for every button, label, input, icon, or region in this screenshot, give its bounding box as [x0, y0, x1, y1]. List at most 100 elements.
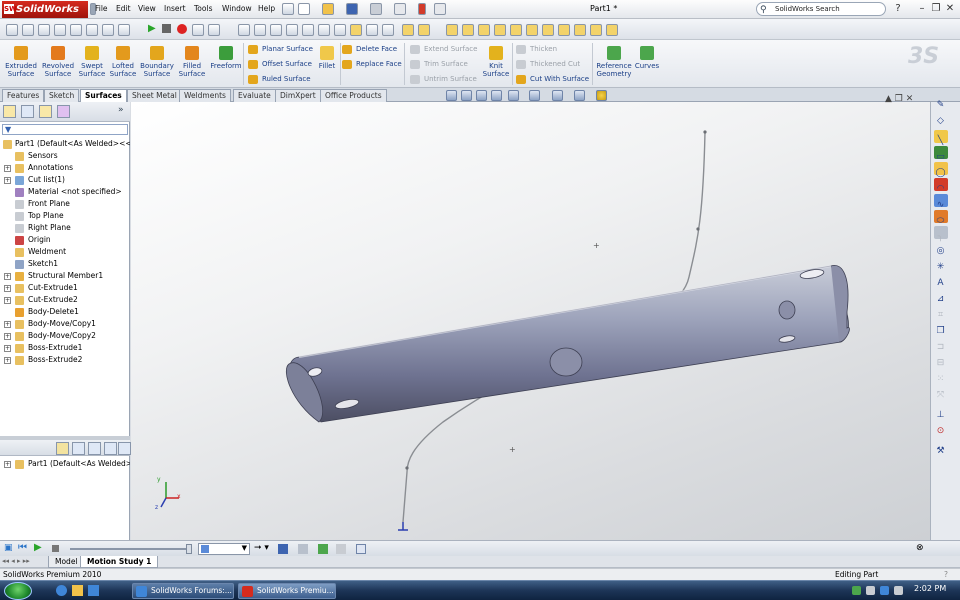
- options-icon-2[interactable]: [118, 442, 131, 455]
- toolbar-icon-27[interactable]: [542, 24, 554, 36]
- toolbar-icon-28[interactable]: [558, 24, 570, 36]
- view-orientation-icon[interactable]: [508, 90, 519, 101]
- lofted-surface-button[interactable]: Lofted Surface: [105, 42, 141, 86]
- tree-item[interactable]: + Body-Move/Copy1: [0, 318, 130, 330]
- tree-root[interactable]: Part1 (Default<As Welded><<D: [0, 138, 130, 150]
- mirror-icon[interactable]: ⊟: [935, 358, 946, 369]
- tree-item[interactable]: + Cut list(1): [0, 174, 130, 186]
- print-icon[interactable]: [370, 3, 382, 15]
- filled-surface-button[interactable]: Filled Surface: [174, 42, 210, 86]
- tree-item[interactable]: + Structural Member1: [0, 270, 130, 282]
- circle-icon[interactable]: ◯: [935, 168, 946, 179]
- delete-face-button[interactable]: Delete Face: [342, 43, 397, 56]
- tab-sketch[interactable]: Sketch: [44, 89, 80, 102]
- toolbar-icon-23[interactable]: [478, 24, 490, 36]
- arc-icon[interactable]: ◠: [935, 184, 946, 195]
- tree-item[interactable]: Weldment: [0, 246, 130, 258]
- menu-window[interactable]: Window: [222, 4, 252, 13]
- calculate-icon[interactable]: ▣: [4, 543, 13, 553]
- timeline-slider[interactable]: [70, 548, 188, 550]
- extruded-surface-button[interactable]: Extruded Surface: [3, 42, 39, 86]
- toolbar-icon-1[interactable]: [6, 24, 18, 36]
- flat-tree-icon[interactable]: [88, 442, 101, 455]
- tray-icon[interactable]: [852, 586, 861, 595]
- menu-edit[interactable]: Edit: [116, 4, 131, 13]
- line-icon[interactable]: ╲: [935, 136, 946, 147]
- toolbar-icon-19[interactable]: [402, 24, 414, 36]
- menu-file[interactable]: File: [95, 4, 108, 13]
- save-icon[interactable]: [346, 3, 358, 15]
- move-icon[interactable]: ⤧: [935, 390, 946, 401]
- spline-icon[interactable]: ∿: [935, 200, 946, 211]
- media-player-icon[interactable]: [88, 585, 99, 596]
- extend-surface-button[interactable]: Extend Surface: [410, 43, 477, 56]
- expand-icon[interactable]: +: [4, 333, 11, 340]
- reference-geometry-button[interactable]: Reference Geometry: [594, 42, 634, 86]
- thickened-cut-button[interactable]: Thickened Cut: [516, 58, 580, 71]
- toolbar-icon-9[interactable]: [192, 24, 204, 36]
- solidworks-logo[interactable]: SW SolidWorks: [2, 1, 88, 18]
- trim-icon[interactable]: ⌗: [935, 310, 946, 321]
- clock[interactable]: 2:02 PM: [914, 584, 946, 593]
- toolbar-icon-12[interactable]: [254, 24, 266, 36]
- taskbar-button-forums[interactable]: SolidWorks Forums:...: [132, 583, 234, 599]
- slider-thumb[interactable]: [186, 544, 192, 554]
- toolbar-icon-20[interactable]: [418, 24, 430, 36]
- toolbar-icon-2[interactable]: [22, 24, 34, 36]
- tree-item[interactable]: + Annotations: [0, 162, 130, 174]
- menu-view[interactable]: View: [138, 4, 156, 13]
- tree-item[interactable]: + Cut-Extrude1: [0, 282, 130, 294]
- close-icon[interactable]: ✕: [944, 3, 956, 15]
- sketch-icon[interactable]: ✎: [935, 100, 946, 111]
- tab-sheet-metal[interactable]: Sheet Metal: [127, 89, 182, 102]
- convert-icon[interactable]: ❒: [935, 326, 946, 337]
- ellipse-icon[interactable]: ⬭: [935, 216, 946, 227]
- open-folder-icon[interactable]: [322, 3, 334, 15]
- tab-weldments[interactable]: Weldments: [179, 89, 231, 102]
- tree-item[interactable]: Material <not specified>: [0, 186, 130, 198]
- tree-item[interactable]: + Cut-Extrude2: [0, 294, 130, 306]
- restore-icon[interactable]: ❐: [930, 3, 942, 15]
- sketch-icon[interactable]: [350, 24, 362, 36]
- untrim-surface-button[interactable]: Untrim Surface: [410, 73, 477, 86]
- relations-icon[interactable]: ⊥: [935, 410, 946, 421]
- add-key-icon[interactable]: [336, 544, 346, 554]
- fillet-sketch-icon[interactable]: ╮: [935, 232, 946, 243]
- expand-icon[interactable]: +: [4, 177, 11, 184]
- tree-item[interactable]: + Boss-Extrude2: [0, 354, 130, 366]
- help-button[interactable]: ?: [892, 3, 904, 15]
- toolbar-icon-29[interactable]: [574, 24, 586, 36]
- pin-icon[interactable]: [282, 3, 294, 15]
- volume-icon[interactable]: [894, 586, 903, 595]
- toolbar-icon-11[interactable]: [238, 24, 250, 36]
- revolved-surface-button[interactable]: Revolved Surface: [40, 42, 76, 86]
- toolbar-icon-16[interactable]: [318, 24, 330, 36]
- replace-face-button[interactable]: Replace Face: [342, 58, 402, 71]
- toolbar-icon-21[interactable]: [446, 24, 458, 36]
- network-icon[interactable]: [880, 586, 889, 595]
- stop-icon[interactable]: [162, 24, 171, 33]
- play-icon[interactable]: ▶: [34, 542, 42, 553]
- viewport-window-controls[interactable]: ▲ ❐ ✕: [885, 94, 913, 104]
- tree-item[interactable]: + Body-Move/Copy2: [0, 330, 130, 342]
- config-root[interactable]: + Part1 (Default<As Welded><: [0, 458, 130, 470]
- toolbar-icon-10[interactable]: [208, 24, 220, 36]
- dimxpert-tab-icon[interactable]: [57, 105, 70, 118]
- minimize-icon[interactable]: –: [916, 3, 928, 15]
- zoom-to-fit-icon[interactable]: [446, 90, 457, 101]
- graphics-area[interactable]: + + y x z ▲ ❐ ✕: [131, 94, 930, 540]
- play-from-start-icon[interactable]: ⏮: [18, 542, 27, 553]
- zoom-area-icon[interactable]: [461, 90, 472, 101]
- point-icon[interactable]: ◎: [935, 246, 946, 257]
- property-manager-tab-icon[interactable]: [21, 105, 34, 118]
- tab-scroll-icons[interactable]: ◂◂ ◂ ▸ ▸▸: [2, 557, 30, 565]
- tree-item[interactable]: + Boss-Extrude1: [0, 342, 130, 354]
- save-animation-icon[interactable]: [278, 544, 288, 554]
- menu-help[interactable]: Help: [258, 4, 275, 13]
- tree-item[interactable]: Sketch1: [0, 258, 130, 270]
- expand-icon[interactable]: +: [4, 345, 11, 352]
- tab-evaluate[interactable]: Evaluate: [233, 89, 276, 102]
- tree-filter-input[interactable]: ▼: [2, 124, 128, 135]
- hide-show-icon[interactable]: [552, 90, 563, 101]
- section-view-icon[interactable]: [491, 90, 502, 101]
